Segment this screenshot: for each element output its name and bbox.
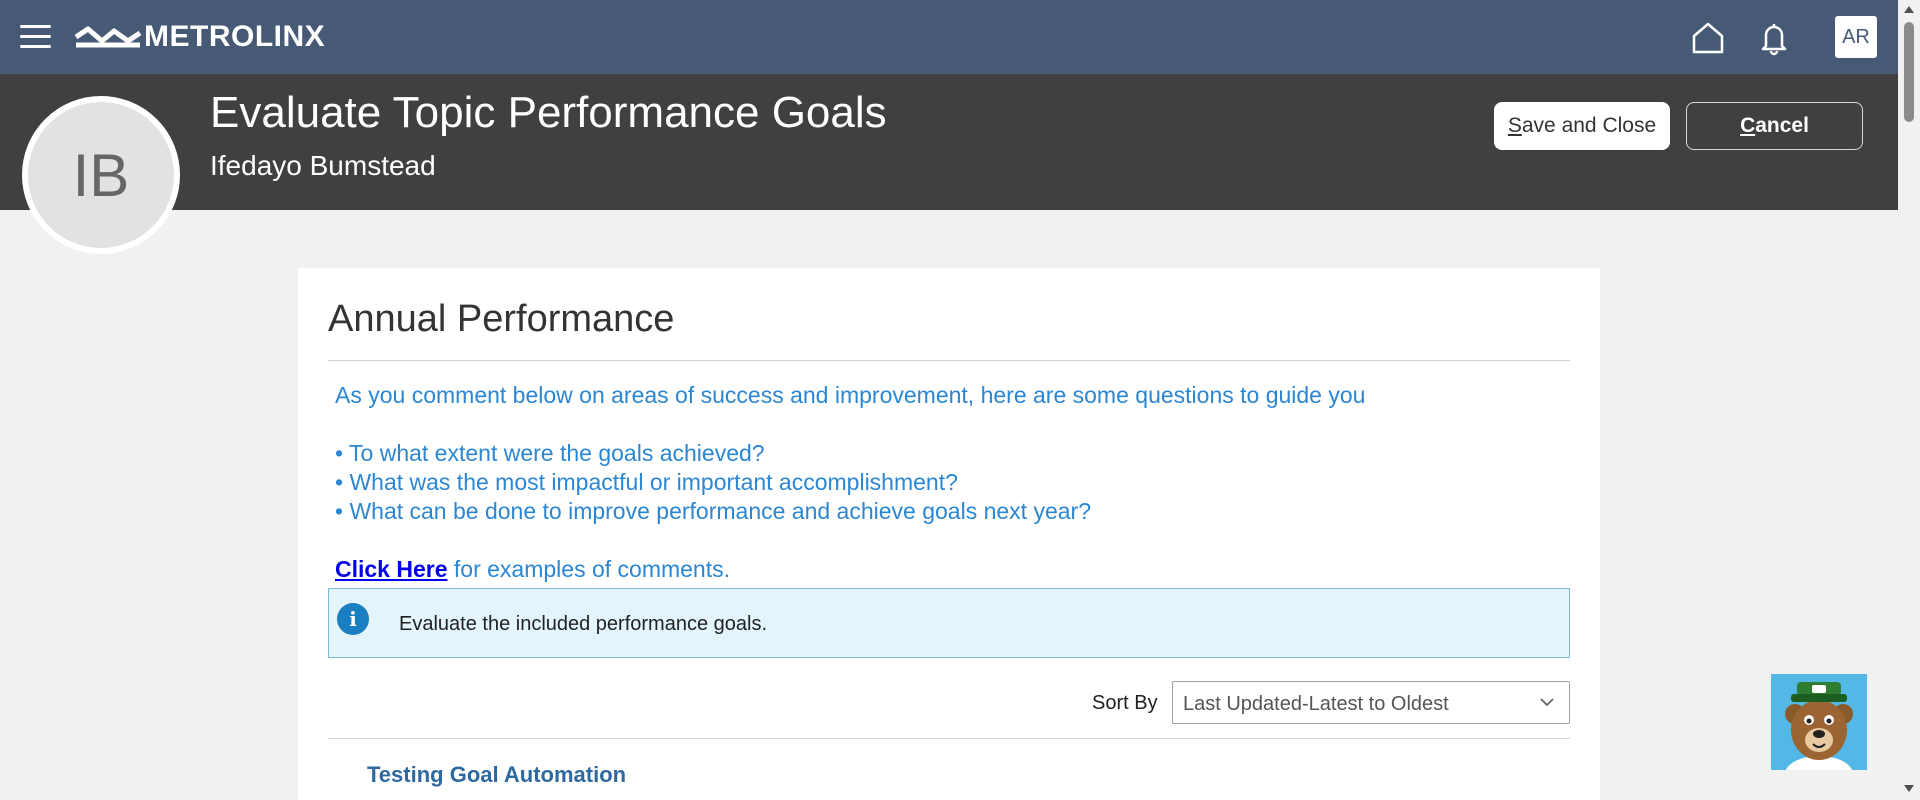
cancel-label: ancel <box>1755 114 1809 137</box>
info-message-box: i Evaluate the included performance goal… <box>328 588 1570 658</box>
sort-by-value: Last Updated-Latest to Oldest <box>1183 693 1449 715</box>
page-title: Evaluate Topic Performance Goals <box>210 88 887 137</box>
scroll-up-arrow-icon[interactable] <box>1904 6 1914 13</box>
info-icon: i <box>337 603 369 635</box>
user-avatar-button[interactable]: AR <box>1835 16 1877 58</box>
goals-divider <box>328 738 1570 739</box>
examples-line: Click Here for examples of comments. <box>335 556 730 583</box>
examples-suffix: for examples of comments. <box>447 556 731 582</box>
page-scrollbar[interactable] <box>1898 0 1920 800</box>
click-here-link[interactable]: Click Here <box>335 556 448 582</box>
guide-intro-text: As you comment below on areas of success… <box>335 382 1366 408</box>
sort-by-select[interactable]: Last Updated-Latest to Oldest <box>1172 681 1570 724</box>
cancel-button[interactable]: Cancel <box>1686 102 1863 150</box>
save-access-key: S <box>1507 114 1522 137</box>
top-nav-bar: METROLINX AR <box>0 0 1898 74</box>
brand-name: METROLINX <box>144 20 326 53</box>
annual-performance-card: Annual Performance As you comment below … <box>298 268 1600 800</box>
sort-by-label: Sort By <box>1092 692 1158 714</box>
section-divider <box>328 360 1570 361</box>
employee-name: Ifedayo Bumstead <box>210 150 436 181</box>
bell-icon[interactable] <box>1756 20 1792 56</box>
guide-bullet: • To what extent were the goals achieved… <box>335 440 765 466</box>
scroll-down-arrow-icon[interactable] <box>1904 785 1914 792</box>
chevron-down-icon <box>1540 698 1554 707</box>
guide-bullet: • What was the most impactful or importa… <box>335 469 958 495</box>
metrolinx-logo[interactable]: METROLINX <box>74 19 325 55</box>
cancel-access-key: C <box>1740 114 1756 137</box>
hamburger-menu-icon[interactable] <box>20 25 51 49</box>
home-icon[interactable] <box>1690 20 1726 56</box>
save-and-close-button[interactable]: Save and Close <box>1494 102 1670 150</box>
guide-bullet: • What can be done to improve performanc… <box>335 498 1091 524</box>
employee-avatar: IB <box>22 96 180 254</box>
save-label: ave and Close <box>1521 114 1657 137</box>
section-title: Annual Performance <box>328 298 675 340</box>
metrolinx-logo-icon <box>74 26 142 48</box>
scroll-thumb[interactable] <box>1904 22 1914 122</box>
info-message-text: Evaluate the included performance goals. <box>399 613 768 635</box>
bear-mascot-assistant-icon[interactable] <box>1771 674 1867 770</box>
goal-title-link[interactable]: Testing Goal Automation <box>367 762 626 788</box>
